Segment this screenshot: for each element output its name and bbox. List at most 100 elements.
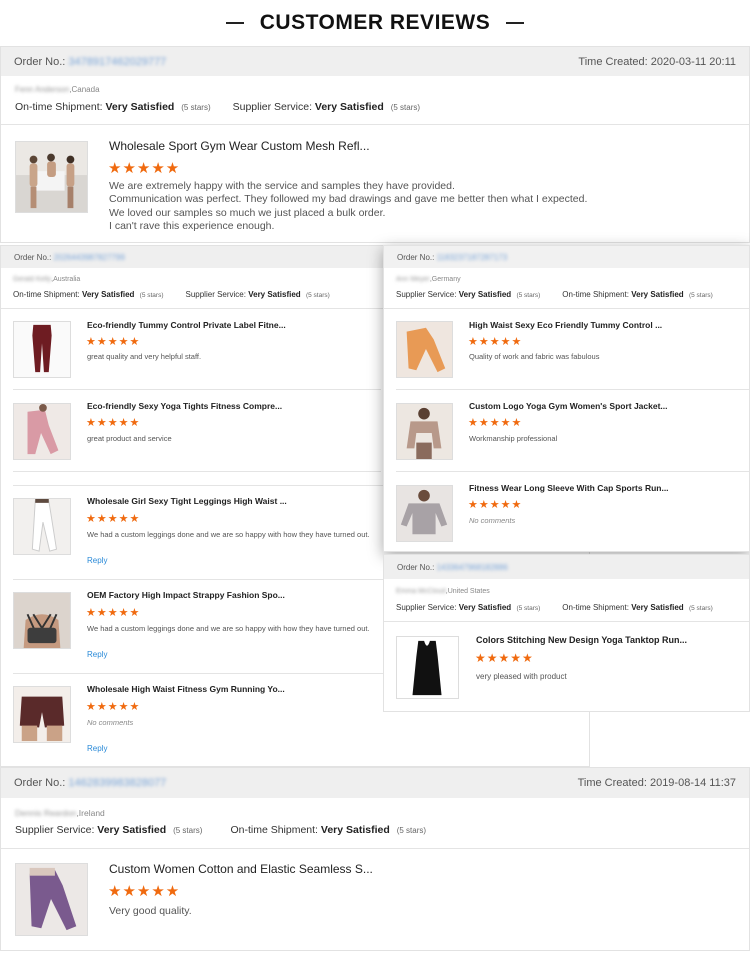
reviewer-name: Gerald Kelly — [13, 276, 52, 283]
order-number: Order No.: 1462839983828077 — [14, 777, 167, 789]
reply-link[interactable]: Reply — [87, 556, 107, 565]
review-comment: We had a custom leggings done and we are… — [87, 530, 370, 539]
no-comments-text: No comments — [469, 516, 516, 525]
review-comment: very pleased with product — [476, 672, 567, 681]
product-photo-icon — [16, 142, 87, 212]
product-thumbnail[interactable] — [15, 141, 88, 213]
order-header: Order No.: 1462839983828077 Time Created… — [1, 768, 749, 798]
order-number-value: 3478917462029777 — [68, 55, 167, 68]
order-number-value: 2026443987827799 — [53, 252, 125, 262]
product-title-link[interactable]: Custom Women Cotton and Elastic Seamless… — [109, 862, 373, 876]
rating-summary: On-time Shipment: Very Satisfied (5 star… — [13, 290, 330, 299]
product-title-link[interactable]: Eco-friendly Tummy Control Private Label… — [87, 320, 286, 330]
product-thumbnail[interactable] — [13, 403, 71, 460]
title-dash-right — [506, 22, 525, 24]
order-header: Order No.: 1433647968182886 — [384, 555, 749, 579]
time-created: Time Created: 2020-03-11 20:11 — [578, 55, 736, 68]
product-thumbnail[interactable] — [13, 686, 71, 743]
order-number: Order No.: 1183237187287173 — [397, 252, 508, 262]
product-thumbnail[interactable] — [15, 863, 88, 936]
supplier-rating: Supplier Service: Very Satisfied (5 star… — [15, 824, 203, 836]
rating-stars: ★★★★★ — [475, 651, 534, 665]
order-number-value: 1433647968182886 — [436, 562, 508, 572]
rating-summary: Supplier Service: Very Satisfied (5 star… — [396, 603, 713, 612]
long-sleeve-top-photo-icon — [397, 486, 452, 541]
page-header: CUSTOMER REVIEWS — [0, 0, 750, 46]
leggings-photo-icon — [14, 499, 70, 554]
divider — [13, 471, 381, 472]
product-title-link[interactable]: Eco-friendly Sexy Yoga Tights Fitness Co… — [87, 401, 282, 411]
rating-stars: ★★★★★ — [468, 336, 523, 348]
reviewer-country: ,Ireland — [76, 808, 105, 818]
review-comment: Workmanship professional — [469, 434, 558, 443]
review-comment: great product and service — [87, 434, 172, 443]
supplier-rating: Supplier Service: Very Satisfied (5 star… — [232, 101, 421, 113]
product-thumbnail[interactable] — [396, 636, 459, 699]
time-created-value: 2019-08-14 11:37 — [649, 777, 736, 789]
reviewer-location: Gerald Kelly,Australia — [13, 276, 80, 283]
rating-summary: On-time Shipment: Very Satisfied (5 star… — [15, 101, 420, 113]
review-comment: We are extremely happy with the service … — [109, 180, 588, 233]
rating-stars: ★★★★★ — [108, 883, 181, 900]
rating-stars: ★★★★★ — [468, 417, 523, 429]
divider — [1, 124, 749, 125]
divider — [384, 621, 749, 622]
product-thumbnail[interactable] — [396, 403, 453, 460]
product-title-link[interactable]: OEM Factory High Impact Strappy Fashion … — [87, 590, 285, 600]
reviewer-name: Fenn Anderson — [15, 85, 70, 94]
product-title-link[interactable]: Wholesale High Waist Fitness Gym Running… — [87, 684, 285, 694]
rating-stars: ★★★★★ — [86, 417, 141, 429]
reviewer-location: Emma McCloud,United States — [396, 588, 490, 595]
product-thumbnail[interactable] — [396, 485, 453, 542]
product-title-link[interactable]: Colors Stitching New Design Yoga Tanktop… — [476, 635, 687, 645]
review-card-1: Order No.: 3478917462029777 Time Created… — [0, 46, 750, 243]
order-header: Order No.: 3478917462029777 Time Created… — [1, 47, 749, 76]
tank-top-photo-icon — [397, 637, 458, 698]
divider — [396, 471, 749, 472]
review-comment: Quality of work and fabric was fabulous — [469, 352, 600, 361]
leggings-photo-icon — [14, 404, 70, 459]
product-thumbnail[interactable] — [13, 498, 71, 555]
on-time-rating: On-time Shipment: Very Satisfied (5 star… — [15, 101, 211, 113]
rating-stars: ★★★★★ — [86, 701, 141, 713]
reviewer-name: Emma McCloud — [396, 588, 446, 595]
review-card-5: Order No.: 1462839983828077 Time Created… — [0, 767, 750, 951]
review-comment: Very good quality. — [109, 905, 192, 917]
order-header: Order No.: 1183237187287173 — [384, 246, 749, 268]
on-time-rating: On-time Shipment: Very Satisfied (5 star… — [230, 824, 427, 836]
shorts-photo-icon — [14, 687, 70, 742]
order-number: Order No.: 1433647968182886 — [397, 562, 508, 572]
review-card-3: Order No.: 1183237187287173 Ann Meyer,Ge… — [383, 245, 750, 552]
reviewer-country: ,Germany — [429, 276, 461, 283]
reply-link[interactable]: Reply — [87, 744, 107, 753]
product-thumbnail[interactable] — [13, 321, 71, 378]
jacket-photo-icon — [397, 404, 452, 459]
product-title-link[interactable]: Fitness Wear Long Sleeve With Cap Sports… — [469, 483, 669, 493]
rating-stars: ★★★★★ — [86, 336, 141, 348]
leggings-photo-icon — [16, 864, 87, 935]
time-created-value: 2020-03-11 20:11 — [650, 55, 736, 68]
rating-stars: ★★★★★ — [86, 513, 141, 525]
divider — [13, 389, 381, 390]
reviewer-name: Dennis Reardon — [15, 808, 77, 818]
order-number-value: 1462839983828077 — [68, 777, 167, 789]
reply-link[interactable]: Reply — [87, 650, 107, 659]
product-title-link[interactable]: High Waist Sexy Eco Friendly Tummy Contr… — [469, 320, 662, 330]
review-card-4: Order No.: 1433647968182886 Emma McCloud… — [383, 554, 750, 712]
supplier-rating: Supplier Service: Very Satisfied (5 star… — [185, 290, 330, 299]
rating-stars: ★★★★★ — [468, 499, 523, 511]
product-title-link[interactable]: Custom Logo Yoga Gym Women's Sport Jacke… — [469, 401, 668, 411]
reviewer-country: ,Canada — [69, 85, 100, 94]
product-title-link[interactable]: Wholesale Girl Sexy Tight Leggings High … — [87, 496, 287, 506]
reviewer-location: Dennis Reardon,Ireland — [15, 808, 105, 818]
order-number: Order No.: 3478917462029777 — [14, 55, 167, 68]
sports-bra-photo-icon — [14, 593, 70, 648]
rating-summary: Supplier Service: Very Satisfied (5 star… — [15, 824, 426, 836]
product-title-link[interactable]: Wholesale Sport Gym Wear Custom Mesh Ref… — [109, 139, 370, 153]
page-title: CUSTOMER REVIEWS — [259, 11, 491, 34]
rating-stars: ★★★★★ — [108, 160, 181, 177]
product-thumbnail[interactable] — [13, 592, 71, 649]
on-time-rating: On-time Shipment: Very Satisfied (5 star… — [562, 290, 713, 299]
product-thumbnail[interactable] — [396, 321, 453, 378]
divider — [384, 308, 749, 309]
